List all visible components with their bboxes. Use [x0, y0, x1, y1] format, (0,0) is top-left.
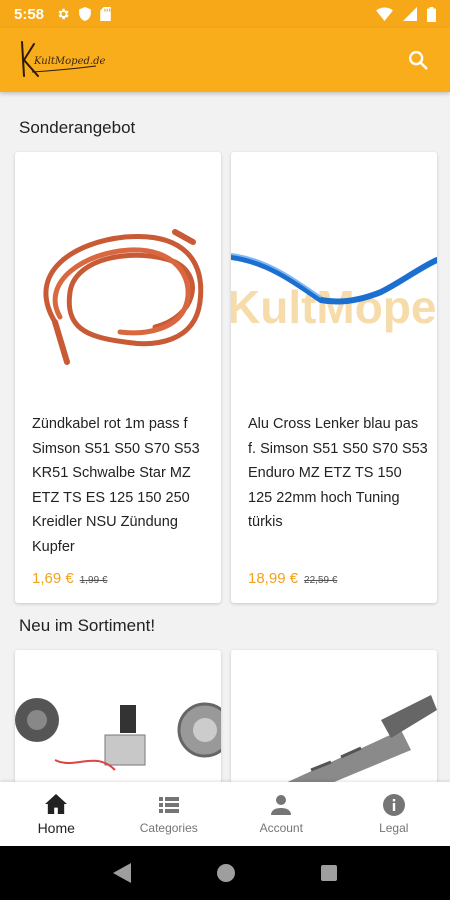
home-circle-icon[interactable] [217, 864, 235, 882]
search-icon [409, 51, 428, 70]
product-card[interactable]: Zündkabel rot 1m pass f Simson S51 S50 S… [15, 152, 221, 603]
back-icon[interactable] [113, 863, 131, 883]
battery-icon [427, 6, 436, 22]
product-title: Zündkabel rot 1m pass f Simson S51 S50 S… [32, 416, 200, 555]
app-bar: KultMoped.de [0, 28, 450, 92]
settings-gear-icon [58, 8, 69, 20]
signal-icon [403, 7, 417, 21]
nav-home[interactable]: Home [0, 782, 113, 846]
product-card[interactable] [231, 650, 437, 782]
status-bar: 5:58 [0, 0, 450, 28]
product-image-electronics [15, 698, 221, 771]
wifi-icon [376, 7, 393, 21]
product-image-handlebar: KultMopeda [231, 152, 437, 402]
product-card[interactable] [15, 650, 221, 782]
bottom-navigation: Home Categories Account Legal [0, 782, 450, 846]
price-row: 18,99 € 22,59 € [248, 570, 337, 587]
person-icon [269, 793, 293, 817]
search-button[interactable] [400, 42, 436, 78]
product-image-ignition-cable [43, 229, 204, 365]
logo-text: KultMoped.de [34, 56, 106, 67]
product-image-shaft [287, 695, 437, 782]
section-title-special-offers: Sonderangebot [19, 118, 136, 137]
system-navigation-bar [0, 846, 450, 900]
list-icon [157, 793, 181, 817]
status-time: 5:58 [14, 5, 45, 23]
nav-home-label: Home [37, 820, 75, 836]
nav-legal[interactable]: Legal [338, 782, 450, 846]
home-icon [44, 792, 68, 816]
recents-icon[interactable] [321, 865, 337, 881]
nav-account-label: Account [259, 821, 303, 835]
product-price: 18,99 € [248, 570, 299, 587]
product-title: Alu Cross Lenker blau pas f. Simson S51 … [248, 416, 428, 530]
nav-legal-label: Legal [379, 821, 409, 835]
product-old-price: 22,59 € [304, 575, 338, 586]
nav-account[interactable]: Account [225, 782, 338, 846]
nav-categories[interactable]: Categories [113, 782, 226, 846]
section-title-new-arrivals: Neu im Sortiment! [19, 616, 156, 635]
product-price: 1,69 € [32, 570, 74, 587]
price-row: 1,69 € 1,99 € [32, 570, 108, 587]
product-old-price: 1,99 € [79, 575, 108, 586]
sd-card-icon [100, 7, 111, 21]
kultmoped-logo[interactable]: KultMoped.de [14, 36, 106, 84]
home-feed[interactable]: Sonderangebot Zündkabel rot 1m pass f Si… [0, 92, 450, 782]
nav-categories-label: Categories [139, 821, 198, 835]
info-icon [382, 793, 406, 817]
product-card[interactable]: KultMopeda Alu Cross Lenker blau pas f. … [231, 152, 437, 603]
shield-icon [79, 7, 91, 21]
